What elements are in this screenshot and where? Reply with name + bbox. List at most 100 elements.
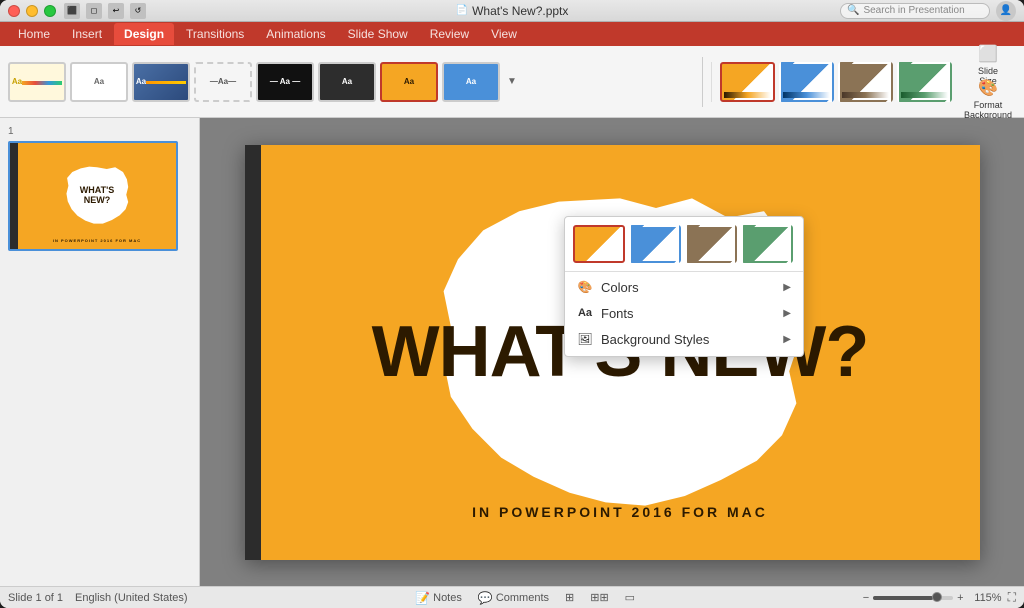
background-arrow-icon: ▶ [783,334,791,345]
undo-button[interactable]: ↩ [108,3,124,19]
zoom-level[interactable]: 115% [970,592,1002,604]
theme-5[interactable]: — Aa — [256,62,314,102]
variant-list [711,62,952,102]
dropdown-variant-4[interactable] [741,225,793,263]
ribbon-tab-list: Home Insert Design Transitions Animation… [0,22,1024,46]
tab-review[interactable]: Review [420,23,479,45]
slide-sorter-button[interactable]: ⊞⊞ [586,590,612,605]
thumb-left-border [10,143,18,249]
zoom-slider[interactable]: − + [863,592,964,604]
zoom-track [873,596,953,600]
colors-arrow-icon: ▶ [783,282,791,293]
theme-1-bar [22,81,62,85]
comments-button[interactable]: 💬 Comments [474,590,553,606]
notes-button[interactable]: 📝 Notes [411,590,466,606]
theme-4[interactable]: —Aa— [194,62,252,102]
file-icon: 📄 [456,5,468,16]
slide-1-container: 1 WHAT'SNEW? IN POWERPOINT 2016 FOR MAC [8,126,191,251]
slide-size-button[interactable]: ⬜ SlideSize [960,49,1016,81]
themes-more-button[interactable]: ▼ [504,62,520,102]
slide-thumbnail[interactable]: WHAT'SNEW? IN POWERPOINT 2016 FOR MAC [8,141,178,251]
fit-button[interactable]: ⛶ [1008,590,1016,605]
window-title: 📄 What's New?.pptx [456,4,569,18]
toolbar-icons: ⬛ ◻ ↩ ↺ [64,3,146,19]
theme-1-label: Aa [12,77,22,86]
theme-1[interactable]: Aa [8,62,66,102]
theme-7[interactable]: Aa [380,62,438,102]
thumb-title: WHAT'SNEW? [80,186,114,206]
theme-3[interactable]: Aa [132,62,190,102]
canvas-area[interactable]: WHAT'S NEW? IN POWERPOINT 2016 FOR MAC [200,118,1024,586]
reading-view-icon: ▭ [625,591,635,604]
theme-3-bar [146,81,186,84]
tab-transitions[interactable]: Transitions [176,23,254,45]
tab-insert[interactable]: Insert [62,23,112,45]
zoom-thumb [932,592,942,602]
slide-panel: 1 WHAT'SNEW? IN POWERPOINT 2016 FOR MAC [0,118,200,586]
variant-1[interactable] [720,62,775,102]
normal-view-icon: ⊞ [565,591,574,604]
notes-icon: 📝 [415,591,430,605]
zoom-plus-icon[interactable]: + [957,592,963,604]
app-window: ⬛ ◻ ↩ ↺ 📄 What's New?.pptx 🔍 Search in P… [0,0,1024,608]
theme-2[interactable]: Aa [70,62,128,102]
dropdown-variant-row [565,217,803,269]
variant-2[interactable] [779,62,834,102]
user-avatar[interactable]: 👤 [996,1,1016,21]
theme-8-label: Aa [466,77,476,86]
thumb-content: WHAT'SNEW? IN POWERPOINT 2016 FOR MAC [18,143,176,249]
dropdown-variant-1[interactable] [573,225,625,263]
redo-button[interactable]: ↺ [130,3,146,19]
tab-view[interactable]: View [481,23,527,45]
toolbar-icon-1[interactable]: ⬛ [64,3,80,19]
format-background-label: FormatBackground [964,100,1012,120]
toolbar-icon-2[interactable]: ◻ [86,3,102,19]
variant-3[interactable] [838,62,893,102]
tab-slideshow[interactable]: Slide Show [338,23,418,45]
slide-subtitle[interactable]: IN POWERPOINT 2016 FOR MAC [261,504,980,520]
reading-view-button[interactable]: ▭ [621,590,639,605]
background-icon: 🖼 [577,331,593,347]
window-controls [8,5,56,17]
dropdown-colors-item[interactable]: 🎨 Colors ▶ [565,274,803,300]
background-label: Background Styles [601,332,709,347]
slide-number: 1 [8,126,191,137]
slide-sorter-icon: ⊞⊞ [590,591,608,604]
theme-6[interactable]: Aa [318,62,376,102]
search-box[interactable]: 🔍 Search in Presentation [840,3,990,19]
tab-design[interactable]: Design [114,23,174,45]
ribbon-right-buttons: ⬜ SlideSize 🎨 FormatBackground [960,49,1016,115]
titlebar-right: 🔍 Search in Presentation 👤 [840,1,1016,21]
zoom-minus-icon[interactable]: − [863,592,869,604]
statusbar-center: 📝 Notes 💬 Comments ⊞ ⊞⊞ ▭ [200,590,851,606]
maximize-button[interactable] [44,5,56,17]
fonts-icon: Aa [577,305,593,321]
theme-6-label: Aa [342,77,352,86]
close-button[interactable] [8,5,20,17]
minimize-button[interactable] [26,5,38,17]
format-background-button[interactable]: 🎨 FormatBackground [960,83,1016,115]
dropdown-variant-2[interactable] [629,225,681,263]
ribbon-divider [702,57,703,107]
statusbar: Slide 1 of 1 English (United States) 📝 N… [0,586,1024,608]
theme-2-label: Aa [94,77,104,86]
normal-view-button[interactable]: ⊞ [561,590,578,605]
dropdown-fonts-item[interactable]: Aa Fonts ▶ [565,300,803,326]
titlebar: ⬛ ◻ ↩ ↺ 📄 What's New?.pptx 🔍 Search in P… [0,0,1024,22]
format-background-icon: 🎨 [978,78,998,98]
fonts-arrow-icon: ▶ [783,308,791,319]
statusbar-right: − + 115% ⛶ [863,590,1016,605]
variant-4[interactable] [897,62,952,102]
slide-info: Slide 1 of 1 [8,592,63,604]
theme-3-label: Aa [136,77,146,86]
tab-animations[interactable]: Animations [256,23,335,45]
design-dropdown: 🎨 Colors ▶ Aa Fonts ▶ 🖼 Background Style… [564,216,804,357]
dropdown-variant-3[interactable] [685,225,737,263]
theme-7-label: Aa [404,77,414,86]
dropdown-background-item[interactable]: 🖼 Background Styles ▶ [565,326,803,352]
statusbar-left: Slide 1 of 1 English (United States) [8,592,188,604]
dropdown-divider [565,271,803,272]
theme-8[interactable]: Aa [442,62,500,102]
ribbon-content: Aa Aa Aa —Aa— — Aa — [0,46,1024,118]
tab-home[interactable]: Home [8,23,60,45]
